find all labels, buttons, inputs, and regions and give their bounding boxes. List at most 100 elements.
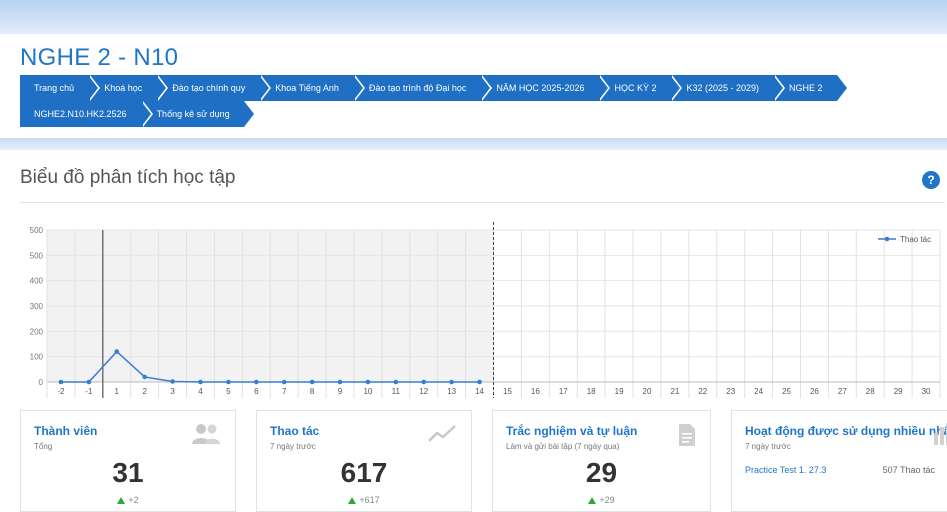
breadcrumb-item-home[interactable]: Trang chủ xyxy=(20,75,101,101)
data-point xyxy=(309,379,315,385)
legend-label: Thao tác xyxy=(900,235,931,244)
up-arrow-icon xyxy=(117,497,126,504)
card-value: 617 xyxy=(340,457,388,488)
breadcrumb: Trang chủ Khoá học Đào tạo chính quy Kho… xyxy=(20,75,900,127)
x-tick-label: 6 xyxy=(254,387,259,396)
data-point xyxy=(393,379,399,385)
breadcrumb-item-usage-stats[interactable]: Thống kê sử dụng xyxy=(140,101,254,127)
y-tick-label: 300 xyxy=(30,302,44,311)
breadcrumb-item-class[interactable]: NGHE2.N10.HK2.2526 xyxy=(20,101,153,127)
x-tick-label: 8 xyxy=(310,387,315,396)
card-delta: +617 xyxy=(257,495,471,505)
breadcrumb-item-cohort[interactable]: K32 (2025 - 2029) xyxy=(670,75,785,101)
x-tick-label: 19 xyxy=(615,387,624,396)
data-point xyxy=(253,379,259,385)
up-arrow-icon xyxy=(588,497,597,504)
data-point xyxy=(449,379,454,385)
data-point xyxy=(477,379,482,385)
card-delta: +29 xyxy=(493,495,710,505)
x-tick-label: 12 xyxy=(419,387,428,396)
card-subtitle: 7 ngày trước xyxy=(270,442,316,451)
y-tick-label: 500 xyxy=(30,226,44,235)
card-delta: +2 xyxy=(21,495,235,505)
y-tick-label: 0 xyxy=(39,378,44,387)
data-point xyxy=(114,349,120,354)
bar-chart-icon xyxy=(933,423,947,450)
top-banner xyxy=(0,0,947,34)
data-point xyxy=(58,379,64,385)
card-actions[interactable]: Thao tác 7 ngày trước 617 +617 xyxy=(256,410,472,512)
card-title: Thao tác xyxy=(270,424,320,438)
up-arrow-icon xyxy=(348,497,357,504)
x-tick-label: -2 xyxy=(57,387,65,396)
x-tick-label: -1 xyxy=(85,387,93,396)
page-header: NGHE 2 - N10 Trang chủ Khoá học Đào tạo … xyxy=(0,34,947,146)
x-tick-label: 1 xyxy=(115,387,120,396)
chart-svg: 0100200300400500500-2 -1 1 2 3 4 5 6 7 8 9 10 11 12 13… xyxy=(30,222,941,398)
card-subtitle: Tổng xyxy=(34,442,53,451)
breadcrumb-item-undergraduate[interactable]: Đào tạo trình độ Đại học xyxy=(352,75,492,101)
x-tick-label: 18 xyxy=(587,387,596,396)
activity-row: Practice Test 1. 27.3 507 Thao tác xyxy=(745,465,935,475)
x-tick-label: 23 xyxy=(726,387,735,396)
divider xyxy=(20,202,945,203)
section-banner xyxy=(0,138,947,150)
section-title: Biểu đồ phân tích học tập xyxy=(20,167,236,188)
x-tick-label: 9 xyxy=(338,387,343,396)
x-tick-label: 29 xyxy=(894,387,903,396)
data-point xyxy=(365,379,371,385)
x-tick-label: 2 xyxy=(142,387,147,396)
x-tick-label: 25 xyxy=(782,387,791,396)
page-title: NGHE 2 - N10 xyxy=(20,44,179,71)
data-point xyxy=(142,374,147,380)
y-tick-label: 400 xyxy=(30,277,44,286)
card-members[interactable]: Thành viên Tổng 31 +2 xyxy=(20,410,236,512)
x-tick-label: 11 xyxy=(392,387,401,396)
x-tick-label: 30 xyxy=(922,387,931,396)
breadcrumb-item-school-year[interactable]: NĂM HỌC 2025-2026 xyxy=(480,75,611,101)
stats-cards: Thành viên Tổng 31 +2 Thao tác 7 ngày tr… xyxy=(20,410,947,512)
x-tick-label: 17 xyxy=(559,387,568,396)
breadcrumb-row-2: NGHE2.N10.HK2.2526 Thống kê sử dụng xyxy=(20,101,900,127)
card-quiz-essay[interactable]: Trắc nghiệm và tự luận Làm và gửi bài tậ… xyxy=(492,410,711,512)
x-tick-label: 10 xyxy=(363,387,372,396)
x-tick-label: 21 xyxy=(670,387,679,396)
x-tick-label: 22 xyxy=(698,387,707,396)
card-subtitle: Làm và gửi bài tập (7 ngày qua) xyxy=(506,442,620,451)
card-title: Trắc nghiệm và tự luận xyxy=(506,424,638,438)
breadcrumb-item-english-faculty[interactable]: Khoa Tiếng Anh xyxy=(259,75,365,101)
activity-link[interactable]: Practice Test 1. 27.3 xyxy=(745,465,826,475)
data-point xyxy=(337,379,343,385)
question-circle-icon[interactable]: ? xyxy=(922,171,940,189)
card-title: Hoạt động được sử dụng nhiều nhất xyxy=(745,424,947,438)
x-tick-label: 15 xyxy=(503,387,512,396)
x-tick-label: 20 xyxy=(643,387,652,396)
breadcrumb-item-regular-training[interactable]: Đào tạo chính quy xyxy=(156,75,272,101)
breadcrumb-row-1: Trang chủ Khoá học Đào tạo chính quy Kho… xyxy=(20,75,900,101)
card-value: 31 xyxy=(112,457,144,488)
data-point xyxy=(226,379,231,385)
document-icon xyxy=(678,423,696,452)
card-subtitle: 7 ngày trước xyxy=(745,442,791,451)
learning-analytics-chart: 0 100 200 300 400 500 500 -2 -1 1 2 3 4 5 6 7 8 9 10 11 12 13… xyxy=(20,210,947,400)
x-tick-label: 24 xyxy=(754,387,763,396)
card-value: 29 xyxy=(585,457,618,488)
x-tick-label: 7 xyxy=(282,387,287,396)
data-point xyxy=(86,379,92,385)
x-tick-label: 3 xyxy=(170,387,175,396)
data-point xyxy=(198,379,203,385)
x-tick-label: 27 xyxy=(838,387,847,396)
card-delta-value: +2 xyxy=(128,495,139,505)
y-tick-label: 500 xyxy=(30,251,44,260)
card-most-used-activity[interactable]: Hoạt động được sử dụng nhiều nhất 7 ngày… xyxy=(731,410,947,512)
x-tick-label: 28 xyxy=(866,387,875,396)
x-tick-label: 5 xyxy=(226,387,231,396)
x-tick-label: 13 xyxy=(447,387,456,396)
y-tick-label: 100 xyxy=(30,353,44,362)
card-delta-value: +29 xyxy=(599,495,615,505)
x-tick-label: 16 xyxy=(531,387,540,396)
x-tick-label: 26 xyxy=(810,387,819,396)
x-tick-label: 4 xyxy=(198,387,203,396)
data-point xyxy=(421,379,427,385)
trend-line-icon xyxy=(427,423,457,450)
